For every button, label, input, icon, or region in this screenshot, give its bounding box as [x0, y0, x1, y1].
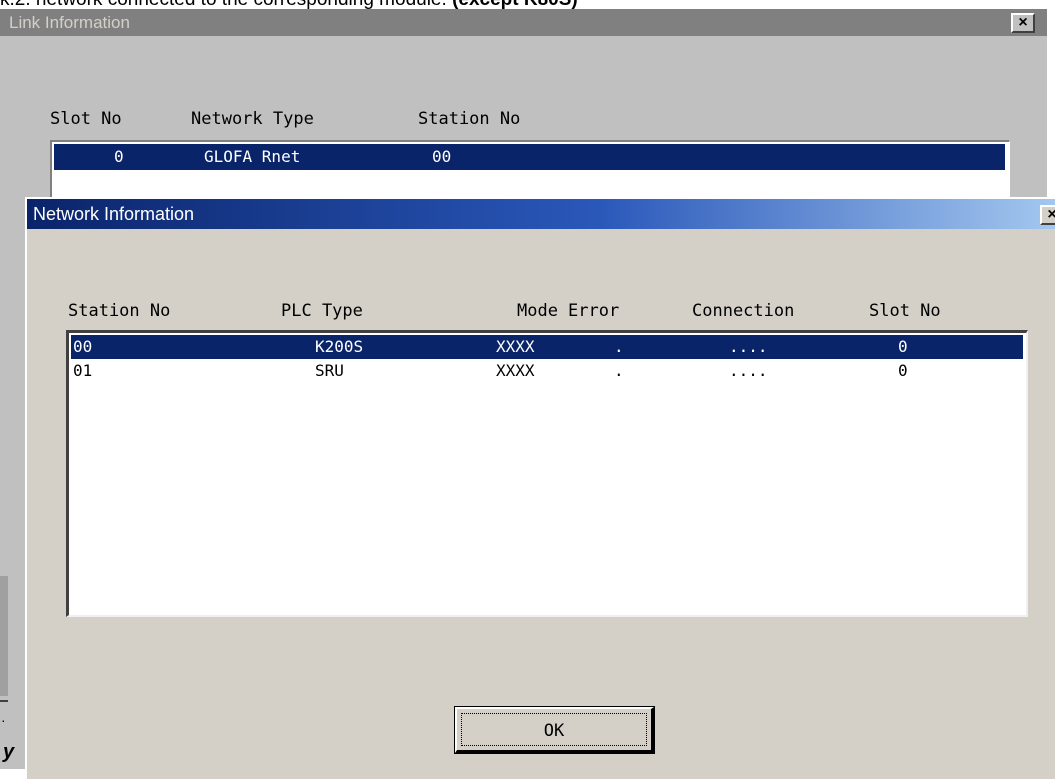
network-close-icon[interactable]: × — [1040, 205, 1055, 225]
link-information-title: Link Information — [9, 13, 130, 32]
net-cell-station-no: 00 — [73, 337, 93, 356]
net-cell-slot-no: 0 — [898, 337, 908, 356]
net-header-station-no: Station No — [68, 301, 171, 321]
network-list[interactable]: 00 K200S XXXX . .... 0 01 SRU XXXX . ...… — [66, 330, 1028, 617]
link-header-slot-no: Slot No — [50, 109, 122, 129]
left-fragment-y: y — [3, 741, 15, 763]
link-cell-network-type: GLOFA Rnet — [204, 147, 301, 166]
link-header-station-no: Station No — [418, 109, 521, 129]
network-information-title-bar[interactable]: Network Information — [27, 199, 1055, 229]
ok-button-label: OK — [461, 713, 647, 746]
network-list-row[interactable]: 00 K200S XXXX . .... 0 — [71, 335, 1023, 359]
network-list-row[interactable]: 01 SRU XXXX . .... 0 — [71, 359, 1023, 383]
network-information-dialog: Network Information × Station No PLC Typ… — [25, 197, 1055, 779]
link-close-icon[interactable]: × — [1011, 13, 1035, 33]
net-cell-station-no: 01 — [73, 361, 93, 380]
net-cell-slot-no: 0 — [898, 361, 908, 380]
net-cell-plc-type: SRU — [315, 361, 344, 380]
net-header-error: Error — [568, 301, 620, 321]
link-cell-slot-no: 0 — [114, 147, 124, 166]
left-divider — [0, 700, 8, 702]
link-list[interactable]: 0 GLOFA Rnet 00 — [50, 140, 1010, 203]
net-cell-plc-type: K200S — [315, 337, 364, 356]
net-cell-mode: XXXX — [496, 361, 535, 380]
link-header-network-type: Network Type — [191, 109, 314, 129]
link-list-row[interactable]: 0 GLOFA Rnet 00 — [54, 144, 1005, 170]
link-information-title-bar[interactable]: Link Information — [0, 9, 1047, 36]
network-information-title: Network Information — [33, 204, 195, 224]
net-header-plc-type: PLC Type — [281, 301, 363, 321]
net-cell-connection: .... — [729, 337, 768, 356]
net-cell-connection: .... — [729, 361, 768, 380]
net-cell-error: . — [614, 361, 624, 380]
net-header-slot-no: Slot No — [869, 301, 941, 321]
ok-button[interactable]: OK — [454, 706, 655, 754]
link-cell-station-no: 00 — [432, 147, 452, 166]
left-fragment-char: · — [1, 712, 6, 728]
net-cell-mode: XXXX — [496, 337, 535, 356]
net-header-connection: Connection — [692, 301, 795, 321]
net-cell-error: . — [614, 337, 624, 356]
document-top-text: k.2. network connected to the correspond… — [0, 0, 1055, 9]
left-edge-fragment — [0, 576, 8, 696]
net-header-mode: Mode — [517, 301, 558, 321]
